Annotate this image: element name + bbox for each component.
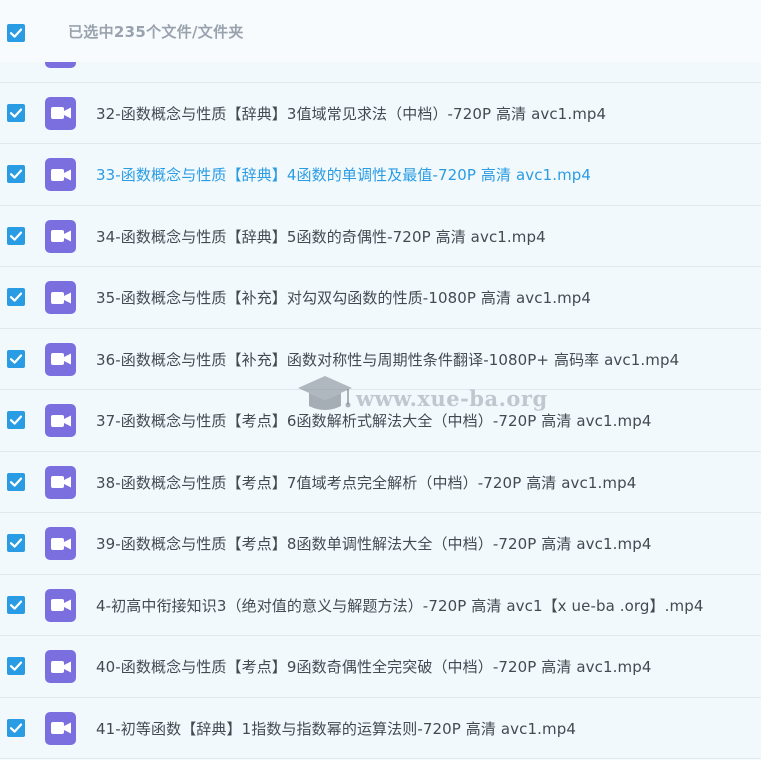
- file-row[interactable]: 36-函数概念与性质【补充】函数对称性与周期性条件翻译-1080P+ 高码率 a…: [0, 328, 761, 390]
- file-name[interactable]: 32-函数概念与性质【辞典】3值域常见求法（中档）-720P 高清 avc1.m…: [96, 103, 606, 124]
- video-camera-icon: [50, 414, 71, 427]
- file-checkbox[interactable]: [7, 411, 25, 429]
- checkmark-icon: [9, 169, 23, 179]
- file-row[interactable]: 4-初高中衔接知识3（绝对值的意义与解题方法）-720P 高清 avc1【x u…: [0, 574, 761, 636]
- video-camera-icon: [50, 660, 71, 673]
- video-camera-icon: [50, 353, 71, 365]
- checkmark-icon: [9, 354, 23, 364]
- file-name[interactable]: 4-初高中衔接知识3（绝对值的意义与解题方法）-720P 高清 avc1【x u…: [96, 595, 703, 616]
- checkmark-icon: [9, 477, 23, 487]
- file-row[interactable]: 39-函数概念与性质【考点】8函数单调性解法大全（中档）-720P 高清 avc…: [0, 513, 761, 575]
- file-row[interactable]: 40-函数概念与性质【考点】9函数奇偶性全完突破（中档）-720P 高清 avc…: [0, 636, 761, 698]
- video-file-icon: [45, 588, 76, 622]
- file-name[interactable]: 36-函数概念与性质【补充】函数对称性与周期性条件翻译-1080P+ 高码率 a…: [96, 349, 679, 370]
- video-file-icon: [45, 96, 76, 130]
- file-checkbox[interactable]: [7, 657, 25, 675]
- video-file-icon: [45, 219, 76, 253]
- file-row[interactable]: 37-函数概念与性质【考点】6函数解析式解法大全（中档）-720P 高清 avc…: [0, 390, 761, 452]
- video-file-icon: [45, 158, 76, 191]
- file-checkbox[interactable]: [7, 472, 25, 491]
- file-list-view: 31-函数概念与性质【辞典】2函数的三要素（从一到无穷大的分析）-720P 高清…: [0, 0, 761, 760]
- video-camera-icon: [50, 230, 71, 242]
- checkmark-icon: [9, 538, 23, 548]
- video-camera-icon: [50, 168, 71, 181]
- video-camera-icon: [50, 599, 71, 611]
- checkmark-icon: [9, 600, 23, 610]
- video-file-icon: [45, 650, 76, 683]
- file-checkbox[interactable]: [7, 534, 25, 552]
- file-row[interactable]: 33-函数概念与性质【辞典】4函数的单调性及最值-720P 高清 avc1.mp…: [0, 144, 761, 206]
- file-checkbox[interactable]: [7, 226, 25, 245]
- video-file-icon: [45, 281, 76, 314]
- file-name[interactable]: 39-函数概念与性质【考点】8函数单调性解法大全（中档）-720P 高清 avc…: [96, 533, 651, 554]
- file-row[interactable]: 34-函数概念与性质【辞典】5函数的奇偶性-720P 高清 avc1.mp4: [0, 205, 761, 267]
- file-checkbox[interactable]: [7, 165, 25, 183]
- file-name[interactable]: 35-函数概念与性质【补充】对勾双勾函数的性质-1080P 高清 avc1.mp…: [96, 287, 591, 308]
- checkmark-icon: [9, 108, 23, 118]
- checkmark-icon: [9, 292, 23, 302]
- select-all-checkbox[interactable]: [7, 24, 25, 42]
- file-row[interactable]: 41-初等函数【辞典】1指数与指数幂的运算法则-720P 高清 avc1.mp4: [0, 697, 761, 759]
- file-name[interactable]: 34-函数概念与性质【辞典】5函数的奇偶性-720P 高清 avc1.mp4: [96, 226, 546, 247]
- checkmark-icon: [9, 661, 23, 671]
- checkmark-icon: [9, 231, 23, 241]
- video-file-icon: [45, 404, 76, 437]
- checkmark-icon: [9, 28, 23, 38]
- video-file-icon: [45, 465, 76, 499]
- file-name[interactable]: 37-函数概念与性质【考点】6函数解析式解法大全（中档）-720P 高清 avc…: [96, 410, 651, 431]
- checkmark-icon: [9, 415, 23, 425]
- file-list: 31-函数概念与性质【辞典】2函数的三要素（从一到无穷大的分析）-720P 高清…: [0, 21, 761, 759]
- file-row[interactable]: 32-函数概念与性质【辞典】3值域常见求法（中档）-720P 高清 avc1.m…: [0, 82, 761, 144]
- video-file-icon: [45, 527, 76, 560]
- file-name[interactable]: 33-函数概念与性质【辞典】4函数的单调性及最值-720P 高清 avc1.mp…: [96, 164, 591, 185]
- file-name[interactable]: 41-初等函数【辞典】1指数与指数幂的运算法则-720P 高清 avc1.mp4: [96, 718, 576, 739]
- video-camera-icon: [50, 291, 71, 304]
- video-camera-icon: [50, 476, 71, 488]
- file-checkbox[interactable]: [7, 718, 25, 737]
- video-camera-icon: [50, 722, 71, 734]
- file-checkbox[interactable]: [7, 103, 25, 122]
- file-checkbox[interactable]: [7, 349, 25, 368]
- file-name[interactable]: 40-函数概念与性质【考点】9函数奇偶性全完突破（中档）-720P 高清 avc…: [96, 656, 651, 677]
- file-name[interactable]: 38-函数概念与性质【考点】7值域考点完全解析（中档）-720P 高清 avc1…: [96, 472, 636, 493]
- video-file-icon: [45, 342, 76, 376]
- selected-count-label: 已选中235个文件/文件夹: [68, 23, 244, 41]
- video-camera-icon: [50, 107, 71, 119]
- checkmark-icon: [9, 723, 23, 733]
- video-camera-icon: [50, 537, 71, 550]
- file-checkbox[interactable]: [7, 288, 25, 306]
- file-row[interactable]: 35-函数概念与性质【补充】对勾双勾函数的性质-1080P 高清 avc1.mp…: [0, 267, 761, 329]
- file-row[interactable]: 38-函数概念与性质【考点】7值域考点完全解析（中档）-720P 高清 avc1…: [0, 451, 761, 513]
- file-checkbox[interactable]: [7, 595, 25, 614]
- video-file-icon: [45, 711, 76, 745]
- selection-header: 已选中235个文件/文件夹: [0, 0, 761, 62]
